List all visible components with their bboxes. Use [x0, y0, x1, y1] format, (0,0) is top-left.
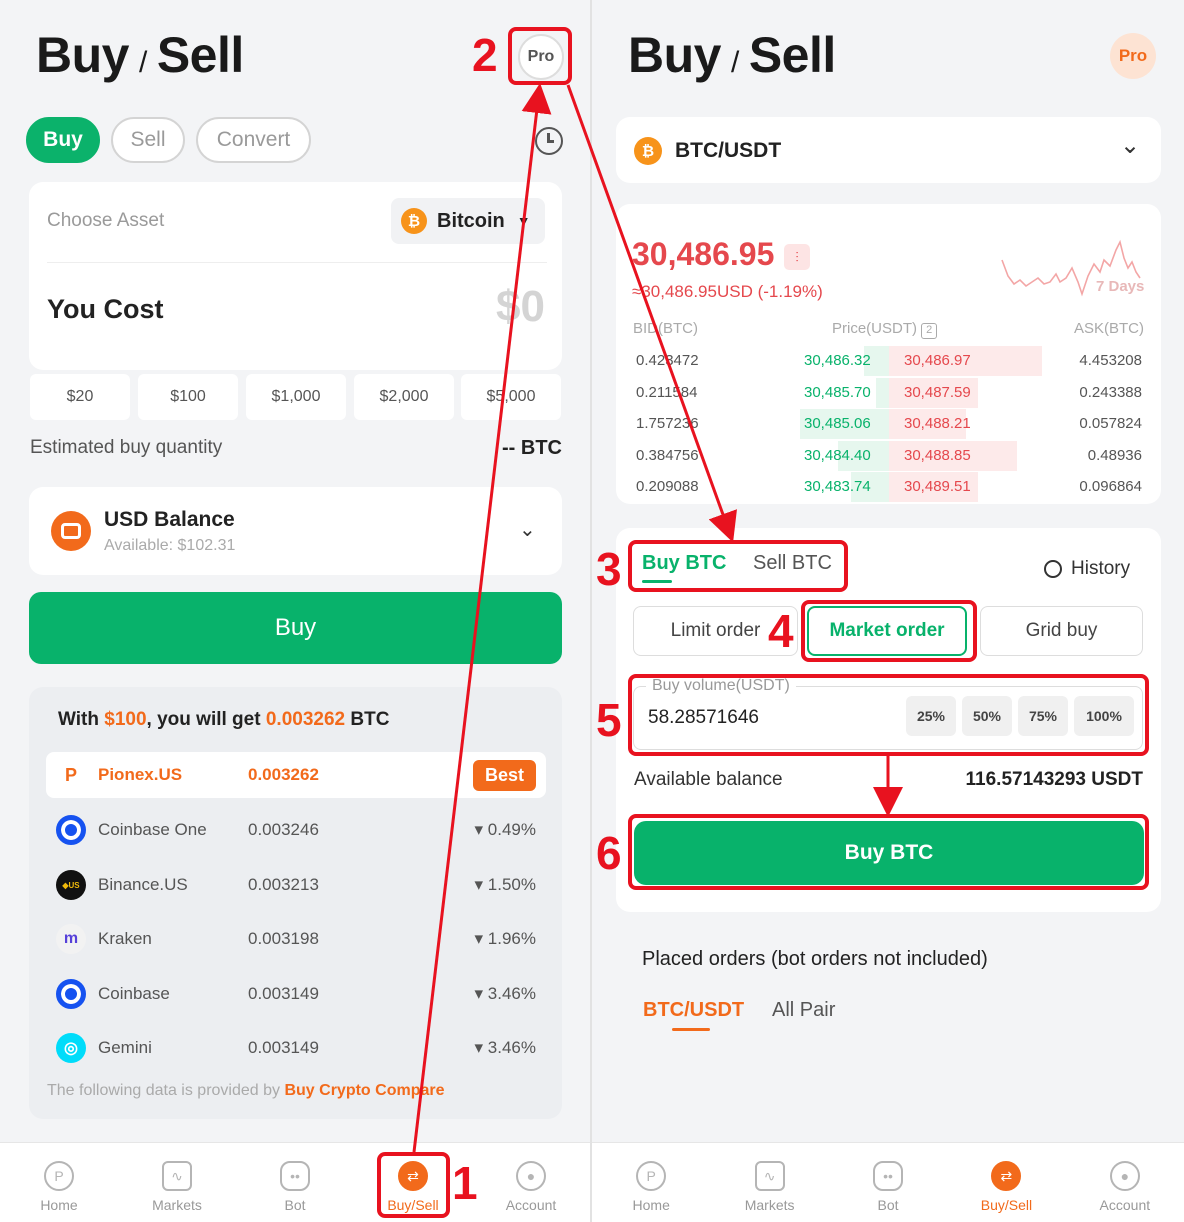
arrow-2-to-3 — [566, 84, 737, 543]
annotation-arrows — [412, 83, 903, 1153]
arrow-1-to-2 — [412, 83, 552, 1153]
